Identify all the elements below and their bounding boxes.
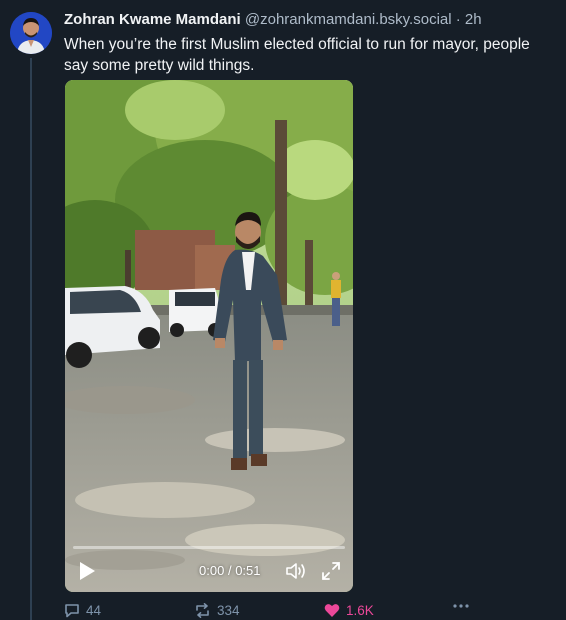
heart-icon (324, 604, 340, 617)
like-button[interactable]: 1.6K (324, 603, 374, 618)
time-separator: / (227, 563, 232, 578)
thread-line (30, 58, 32, 620)
reply-button[interactable]: 44 (64, 603, 101, 618)
post-header: Zohran Kwame Mamdani @zohrankmamdani.bsk… (64, 11, 482, 28)
author-handle[interactable]: @zohrankmamdani.bsky.social (245, 11, 452, 28)
duration: 0:51 (235, 563, 261, 578)
video-player[interactable]: 0:00 / 0:51 (65, 80, 353, 592)
avatar[interactable] (10, 12, 52, 54)
play-icon[interactable] (77, 560, 97, 582)
reply-icon (65, 604, 79, 618)
repost-button[interactable]: 334 (194, 603, 240, 618)
post-timestamp[interactable]: 2h (465, 11, 482, 28)
repost-count: 334 (217, 603, 240, 618)
fullscreen-icon[interactable] (321, 561, 341, 581)
post-actions: 44 334 1.6K (64, 603, 554, 620)
progress-bar[interactable] (73, 546, 345, 549)
video-frame (65, 80, 353, 592)
like-count: 1.6K (346, 603, 374, 618)
more-horizontal-icon (453, 604, 469, 608)
author-name[interactable]: Zohran Kwame Mamdani (64, 11, 241, 28)
current-time: 0:00 (199, 563, 225, 578)
post-text: When you’re the first Muslim elected off… (64, 36, 530, 74)
reply-count: 44 (86, 603, 102, 618)
separator-dot: · (455, 11, 461, 28)
video-time: 0:00 / 0:51 (199, 563, 261, 578)
more-options-button[interactable] (452, 603, 470, 609)
repost-icon (196, 603, 209, 618)
volume-icon[interactable] (285, 561, 307, 581)
person-avatar-icon (10, 12, 52, 54)
post[interactable]: Zohran Kwame Mamdani @zohrankmamdani.bsk… (64, 0, 566, 620)
